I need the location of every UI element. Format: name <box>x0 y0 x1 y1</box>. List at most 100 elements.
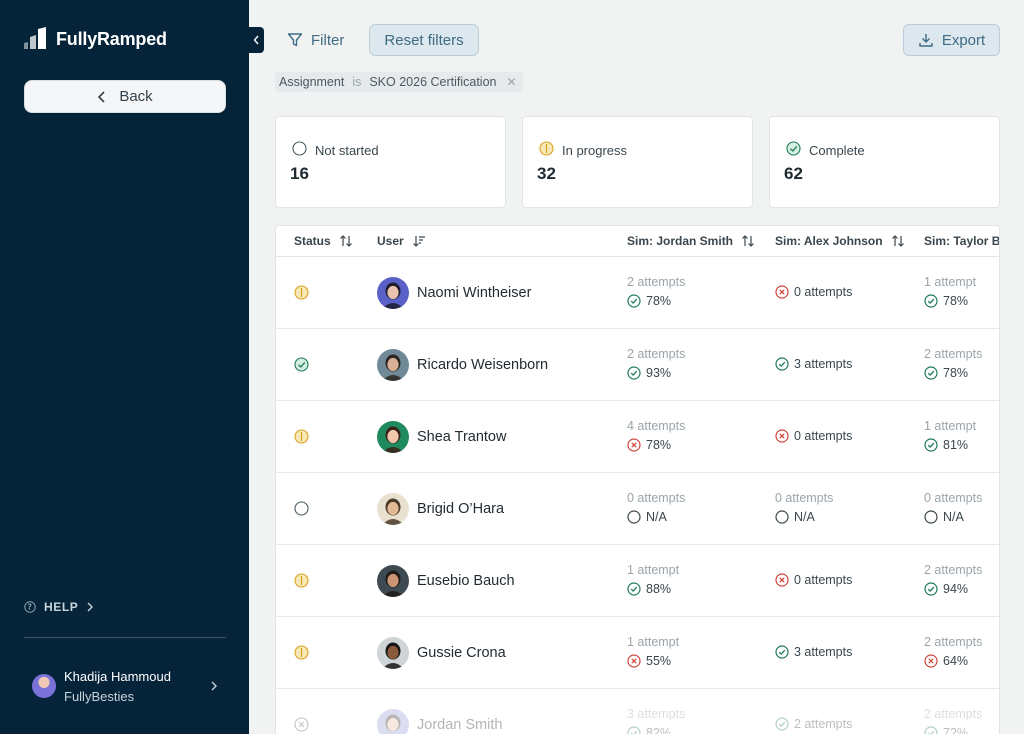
sim-result-cell[interactable]: 1 attempt 88% <box>627 563 679 596</box>
row-user[interactable]: Shea Trantow <box>377 421 506 453</box>
table-header: Status User Sim: Jordan Smith Sim: Alex … <box>276 226 999 257</box>
stat-label: Complete <box>786 141 865 159</box>
row-user[interactable]: Brigid O’Hara <box>377 493 504 525</box>
sim-result-cell[interactable]: 2 attempts 94% <box>924 563 982 596</box>
chevron-left-icon <box>253 35 259 45</box>
sim-result-text: 0 attempts <box>794 429 853 443</box>
reset-filters-button[interactable]: Reset filters <box>369 24 479 56</box>
attempts-count: 2 attempts <box>627 275 686 289</box>
stat-value: 62 <box>784 164 803 183</box>
export-icon <box>919 34 933 47</box>
row-status <box>294 501 309 521</box>
row-user[interactable]: Naomi Wintheiser <box>377 277 531 309</box>
sim-result: 88% <box>627 582 679 596</box>
sim-result: 78% <box>924 294 976 308</box>
sim-result-text: 55% <box>646 654 672 668</box>
column-header-label: Status <box>294 234 331 248</box>
check-circle-icon <box>924 294 938 308</box>
user-name: Naomi Wintheiser <box>417 285 532 301</box>
sim-result-cell[interactable]: 0 attempts <box>775 429 852 443</box>
sim-result-cell[interactable]: 2 attempts 64% <box>924 635 982 668</box>
status-not-started-icon <box>292 141 307 156</box>
sim-result-cell[interactable]: 3 attempts <box>775 645 852 659</box>
column-header-sim-alex-johnson[interactable]: Sim: Alex Johnson <box>775 234 905 248</box>
empty-circle-icon <box>627 510 641 524</box>
row-user[interactable]: Gussie Crona <box>377 637 506 669</box>
row-user[interactable]: Eusebio Bauch <box>377 565 515 597</box>
sim-result-cell[interactable]: 0 attempts <box>775 285 852 299</box>
x-circle-icon <box>775 573 789 587</box>
sim-result-cell[interactable]: 1 attempt 78% <box>924 275 976 308</box>
sim-result: 2 attempts <box>775 717 852 731</box>
filter-button[interactable]: Filter <box>287 28 344 52</box>
row-status <box>294 357 309 377</box>
column-header-sim-jordan-smith[interactable]: Sim: Jordan Smith <box>627 234 755 248</box>
sim-result-cell[interactable]: 2 attempts <box>775 717 852 731</box>
logo[interactable]: FullyRamped <box>24 27 167 51</box>
empty-circle-icon <box>924 510 938 524</box>
filter-icon <box>287 33 303 47</box>
sim-result-cell[interactable]: 0 attempts N/A <box>775 491 833 524</box>
export-button-label: Export <box>941 31 986 49</box>
table-row[interactable]: Naomi Wintheiser 2 attempts 78% 0 attemp… <box>276 257 999 329</box>
table-row[interactable]: Jordan Smith 3 attempts 82% 2 attempts 2… <box>276 689 999 734</box>
sim-result-cell[interactable]: 2 attempts 78% <box>924 347 982 380</box>
sort-icon <box>742 235 754 247</box>
sim-result-cell[interactable]: 3 attempts 82% <box>627 707 685 734</box>
row-user[interactable]: Jordan Smith <box>377 709 502 734</box>
row-status <box>294 717 309 734</box>
table-row[interactable]: Ricardo Weisenborn 2 attempts 93% 3 atte… <box>276 329 999 401</box>
sim-result-cell[interactable]: 2 attempts 78% <box>627 275 685 308</box>
avatar <box>377 637 409 669</box>
avatar <box>377 277 409 309</box>
sim-result-text: N/A <box>794 510 815 524</box>
sim-result-cell[interactable]: 2 attempts 93% <box>627 347 685 380</box>
sim-result-text: 78% <box>943 294 969 308</box>
profile-menu[interactable]: Khadija Hammoud FullyBesties <box>32 666 218 706</box>
help-label: HELP <box>44 600 79 614</box>
column-header-label: Sim: Jordan Smith <box>627 234 734 248</box>
back-button[interactable]: Back <box>24 80 226 113</box>
column-header-status[interactable]: Status <box>294 234 353 248</box>
row-user[interactable]: Ricardo Weisenborn <box>377 349 548 381</box>
filter-chip-operator: is <box>352 75 362 89</box>
table-row[interactable]: Gussie Crona 1 attempt 55% 3 attempts 2 … <box>276 617 999 689</box>
collapse-sidebar-button[interactable] <box>249 27 264 53</box>
sim-result-cell[interactable]: 2 attempts 72% <box>924 707 982 734</box>
user-name: Eusebio Bauch <box>417 573 515 589</box>
sim-result: 55% <box>627 654 679 668</box>
column-header-sim-taylor[interactable]: Sim: Taylor Br <box>924 234 999 248</box>
stat-value: 16 <box>290 164 309 183</box>
table-row[interactable]: Shea Trantow 4 attempts 78% 0 attempts 1… <box>276 401 999 473</box>
sim-result: 72% <box>924 726 982 734</box>
sim-result-cell[interactable]: 0 attempts N/A <box>627 491 685 524</box>
sim-result: 82% <box>627 726 685 734</box>
help-link[interactable]: ? HELP <box>24 600 94 614</box>
remove-filter-icon[interactable]: ✕ <box>507 75 517 89</box>
stat-label: In progress <box>539 141 627 159</box>
sim-result-cell[interactable]: 0 attempts N/A <box>924 491 982 524</box>
column-header-user[interactable]: User <box>377 234 426 248</box>
avatar <box>377 421 409 453</box>
x-circle-icon <box>627 654 641 668</box>
row-status <box>294 285 309 305</box>
column-header-label: User <box>377 234 404 248</box>
x-circle-icon <box>627 438 641 452</box>
status-in-progress-icon <box>539 141 554 156</box>
avatar <box>377 493 409 525</box>
sim-result-cell[interactable]: 1 attempt 81% <box>924 419 976 452</box>
sim-result-text: 2 attempts <box>794 717 853 731</box>
check-circle-icon <box>627 726 641 734</box>
sim-result-cell[interactable]: 0 attempts <box>775 573 852 587</box>
sim-result-text: 78% <box>646 294 672 308</box>
sort-descending-icon <box>412 236 425 247</box>
sim-result-cell[interactable]: 1 attempt 55% <box>627 635 679 668</box>
sim-result-cell[interactable]: 4 attempts 78% <box>627 419 685 452</box>
check-circle-icon <box>924 582 938 596</box>
sim-result-cell[interactable]: 3 attempts <box>775 357 852 371</box>
sim-result: 93% <box>627 366 685 380</box>
table-row[interactable]: Brigid O’Hara 0 attempts N/A 0 attempts … <box>276 473 999 545</box>
table-row[interactable]: Eusebio Bauch 1 attempt 88% 0 attempts 2… <box>276 545 999 617</box>
attempts-count: 0 attempts <box>924 491 983 505</box>
export-button[interactable]: Export <box>903 24 1000 56</box>
